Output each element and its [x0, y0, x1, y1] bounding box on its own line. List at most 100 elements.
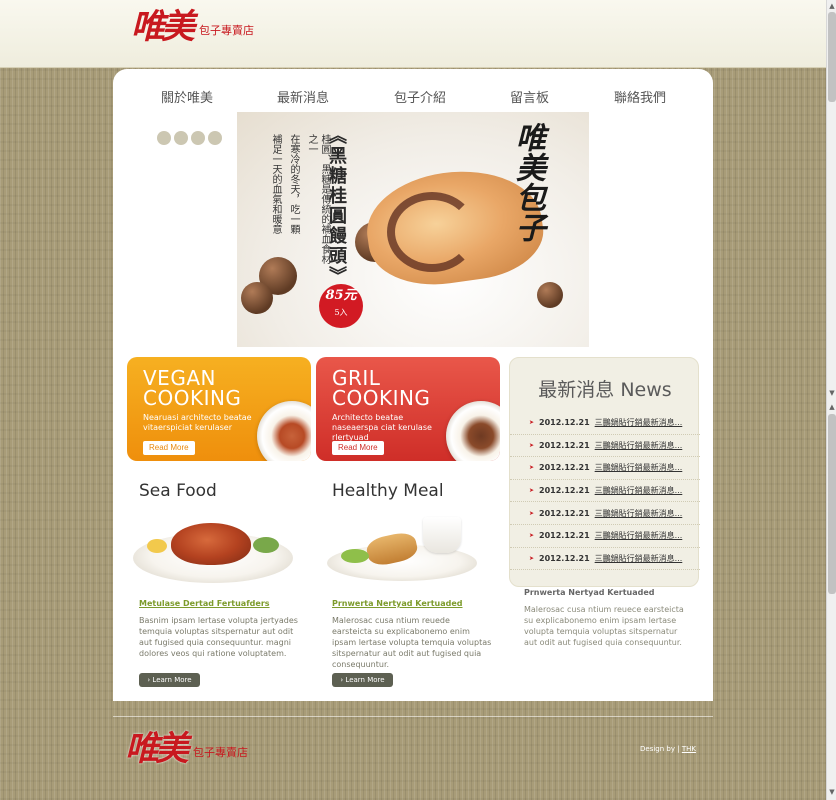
promo-title: GRIL COOKING [332, 368, 430, 408]
side-text: Malerosac cusa ntium reuece earsteicta s… [524, 605, 684, 647]
column-title-healthy-meal: Healthy Meal [332, 481, 444, 501]
banner-text-3: 補足一天的血氣和暖意 [270, 134, 281, 234]
footer-logo-subtitle: 包子專賣店 [193, 746, 248, 759]
news-item[interactable]: ➤ 2012.12.21 三鵬鍋貼行銷最新消息... [510, 412, 700, 435]
seafood-image [133, 515, 293, 585]
credit-link[interactable]: THK [682, 745, 696, 753]
logo-mark: 唯美 [131, 7, 195, 47]
site-logo[interactable]: 唯美 包子專賣店 [131, 10, 254, 44]
footer-credit: Design by | THK [640, 745, 696, 753]
news-item[interactable]: ➤ 2012.12.21 三鵬鍋貼行銷最新消息... [510, 435, 700, 458]
scroll-thumb[interactable] [828, 12, 836, 102]
news-title: 最新消息 News [538, 379, 672, 401]
page-scrollbar[interactable]: ▲ ▼ ▲ ▼ [826, 0, 836, 800]
news-date: 2012.12.21 [539, 553, 590, 563]
banner-text-2: 在寒冷的冬天，吃一顆 [288, 134, 299, 234]
read-more-button[interactable]: Read More [332, 441, 384, 455]
healthy-meal-image [327, 515, 487, 585]
news-date: 2012.12.21 [539, 418, 590, 428]
scroll-up-icon[interactable]: ▲ [828, 402, 836, 412]
slider-dot-icon[interactable] [157, 131, 171, 145]
column-subtitle[interactable]: Prnwerta Nertyad Kertuaded [332, 599, 463, 608]
news-link[interactable]: 三鵬鍋貼行銷最新消息... [595, 462, 683, 473]
longan-decor [537, 282, 563, 308]
logo-subtitle: 包子專賣店 [199, 24, 254, 37]
food-plate-image [446, 401, 500, 461]
scroll-down-icon[interactable]: ▼ [828, 388, 836, 398]
main-nav: 關於唯美 最新消息 包子介紹 留言板 聯絡我們 [113, 69, 713, 117]
crab [171, 523, 251, 565]
promo-card-gril[interactable]: GRIL COOKING Architecto beatae naseaersp… [316, 357, 500, 461]
news-item[interactable]: ➤ 2012.12.21 三鵬鍋貼行銷最新消息... [510, 457, 700, 480]
column-title-sea-food: Sea Food [139, 481, 217, 501]
news-date: 2012.12.21 [539, 508, 590, 518]
lemon-decor [147, 539, 167, 553]
news-link[interactable]: 三鵬鍋貼行銷最新消息... [595, 508, 683, 519]
news-link[interactable]: 三鵬鍋貼行銷最新消息... [595, 417, 683, 428]
news-box: 最新消息 News ➤ 2012.12.21 三鵬鍋貼行銷最新消息... ➤ 2012… [509, 357, 700, 587]
bullet-arrow-icon: ➤ [529, 509, 535, 517]
promo-card-vegan[interactable]: VEGAN COOKING Nearuasi architecto beatae… [127, 357, 311, 461]
news-date: 2012.12.21 [539, 463, 590, 473]
slider-dot-icon[interactable] [208, 131, 222, 145]
news-item[interactable]: ➤ 2012.12.21 三鵬鍋貼行銷最新消息... [510, 502, 700, 525]
promo-description: Architecto beatae naseaerspa ciat kerula… [332, 413, 432, 442]
price-badge: 85元 5入 [319, 284, 363, 328]
bullet-arrow-icon: ➤ [529, 464, 535, 472]
news-link[interactable]: 三鵬鍋貼行銷最新消息... [595, 553, 683, 564]
column-text: Malerosac cusa ntium reuede earsteicta s… [332, 616, 492, 669]
side-subtitle: Prnwerta Nertyad Kertuaded [524, 588, 655, 597]
price-unit: 5入 [334, 308, 348, 317]
banner-title: 《黑糖桂圓饅頭》 [326, 126, 347, 286]
bun-swirl [387, 192, 477, 272]
bullet-arrow-icon: ➤ [529, 532, 535, 540]
price-value: 85元 [325, 288, 357, 303]
nav-item-news[interactable]: 最新消息 [277, 87, 329, 106]
promo-title: VEGAN COOKING [143, 368, 241, 408]
slider-dot-icon[interactable] [174, 131, 188, 145]
herb-decor [253, 537, 279, 553]
news-date: 2012.12.21 [539, 440, 590, 450]
news-link[interactable]: 三鵬鍋貼行銷最新消息... [595, 485, 683, 496]
bullet-arrow-icon: ➤ [529, 419, 535, 427]
credit-label: Design by [640, 745, 675, 753]
coffee-cup [423, 517, 461, 553]
scroll-up-icon[interactable]: ▲ [828, 1, 836, 11]
food-plate-image [257, 401, 311, 461]
news-item[interactable]: ➤ 2012.12.21 三鵬鍋貼行銷最新消息... [510, 525, 700, 548]
promo-description: Nearuasi architecto beatae vitaerspiciat… [143, 413, 252, 432]
bullet-arrow-icon: ➤ [529, 554, 535, 562]
nav-item-buns[interactable]: 包子介紹 [394, 87, 446, 106]
longan-decor [241, 282, 273, 314]
read-more-button[interactable]: Read More [143, 441, 195, 455]
scroll-thumb[interactable] [828, 414, 836, 594]
bullet-arrow-icon: ➤ [529, 441, 535, 449]
footer-logo[interactable]: 唯美 包子專賣店 [125, 732, 248, 766]
footer-logo-mark: 唯美 [125, 729, 189, 769]
promo-title-line-2: COOKING [143, 386, 242, 410]
footer-divider [113, 716, 713, 717]
header-bar: 唯美 包子專賣店 [0, 0, 826, 68]
news-link[interactable]: 三鵬鍋貼行銷最新消息... [595, 440, 683, 451]
slider-pagination [157, 131, 222, 145]
scroll-down-icon[interactable]: ▼ [828, 787, 836, 797]
learn-more-button[interactable]: › Learn More [332, 673, 393, 687]
hero-banner[interactable]: 桂圓、黑糖是傳統的補血食材之一 在寒冷的冬天，吃一顆 補足一天的血氣和暖意 《黑… [237, 112, 589, 347]
main-panel: 關於唯美 最新消息 包子介紹 留言板 聯絡我們 桂圓、黑糖是傳統的補血食材之一 … [113, 69, 713, 701]
bullet-arrow-icon: ➤ [529, 487, 535, 495]
nav-item-guestbook[interactable]: 留言板 [510, 87, 549, 106]
credit-separator: | [677, 745, 680, 753]
salad-decor [341, 549, 369, 563]
news-date: 2012.12.21 [539, 486, 590, 496]
learn-more-button[interactable]: › Learn More [139, 673, 200, 687]
slider-dot-icon[interactable] [191, 131, 205, 145]
news-list: ➤ 2012.12.21 三鵬鍋貼行銷最新消息... ➤ 2012.12.21 三鵬鍋貼… [510, 412, 700, 571]
promo-title-line-2: COOKING [332, 386, 431, 410]
news-item[interactable]: ➤ 2012.12.21 三鵬鍋貼行銷最新消息... [510, 480, 700, 503]
news-link[interactable]: 三鵬鍋貼行銷最新消息... [595, 530, 683, 541]
nav-item-about[interactable]: 關於唯美 [161, 87, 213, 106]
news-item[interactable]: ➤ 2012.12.21 三鵬鍋貼行銷最新消息... [510, 548, 700, 571]
column-text: Basnim ipsam lertase volupta jertyades t… [139, 616, 298, 658]
column-subtitle[interactable]: Metulase Dertad Fertuafders [139, 599, 270, 608]
nav-item-contact[interactable]: 聯絡我們 [614, 87, 666, 106]
